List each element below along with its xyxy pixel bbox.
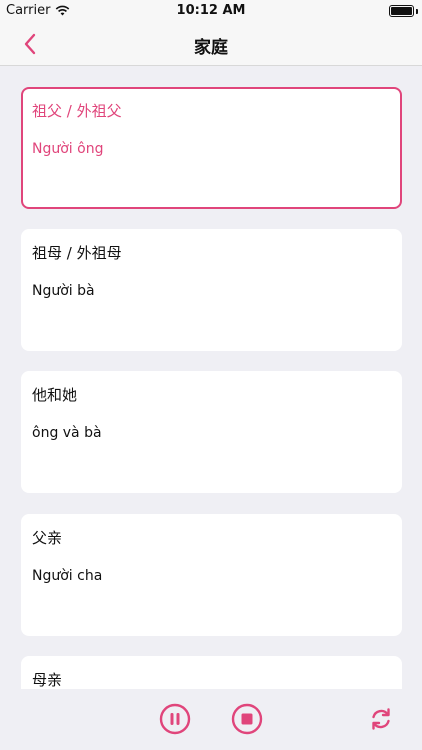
vietnamese-text: Người bà	[32, 283, 95, 299]
playback-controls	[0, 689, 422, 750]
chinese-text: 祖父 / 外祖父	[32, 102, 122, 120]
chinese-text: 母亲	[32, 671, 63, 689]
phrase-card[interactable]: 父亲 Người cha	[21, 514, 402, 636]
phrase-card[interactable]: 他和她 ông và bà	[21, 371, 402, 493]
back-button[interactable]	[14, 28, 46, 60]
phrase-card[interactable]: 母亲	[21, 656, 402, 689]
page-title: 家庭	[194, 38, 228, 58]
chinese-text: 父亲	[32, 529, 63, 547]
vietnamese-text: ông và bà	[32, 425, 102, 441]
vietnamese-text: Người ông	[32, 141, 104, 157]
battery-icon	[389, 5, 414, 17]
phrase-card[interactable]: 祖父 / 外祖父 Người ông	[21, 87, 402, 209]
pause-circle-icon	[159, 703, 191, 735]
phrase-list: 祖父 / 外祖父 Người ông 祖母 / 外祖母 Người bà 他和她…	[0, 67, 422, 689]
repeat-icon	[372, 708, 390, 730]
navigation-bar: 家庭	[0, 22, 422, 66]
pause-button[interactable]	[159, 703, 191, 735]
status-bar: Carrier 10:12 AM	[0, 0, 422, 22]
chinese-text: 祖母 / 外祖母	[32, 244, 122, 262]
vietnamese-text: Người cha	[32, 568, 103, 584]
stop-circle-icon	[231, 703, 263, 735]
phrase-card[interactable]: 祖母 / 外祖母 Người bà	[21, 229, 402, 351]
repeat-button[interactable]	[365, 703, 397, 735]
stop-button[interactable]	[231, 703, 263, 735]
status-time: 10:12 AM	[176, 3, 246, 18]
chevron-left-icon	[24, 33, 36, 55]
chinese-text: 他和她	[32, 386, 78, 404]
